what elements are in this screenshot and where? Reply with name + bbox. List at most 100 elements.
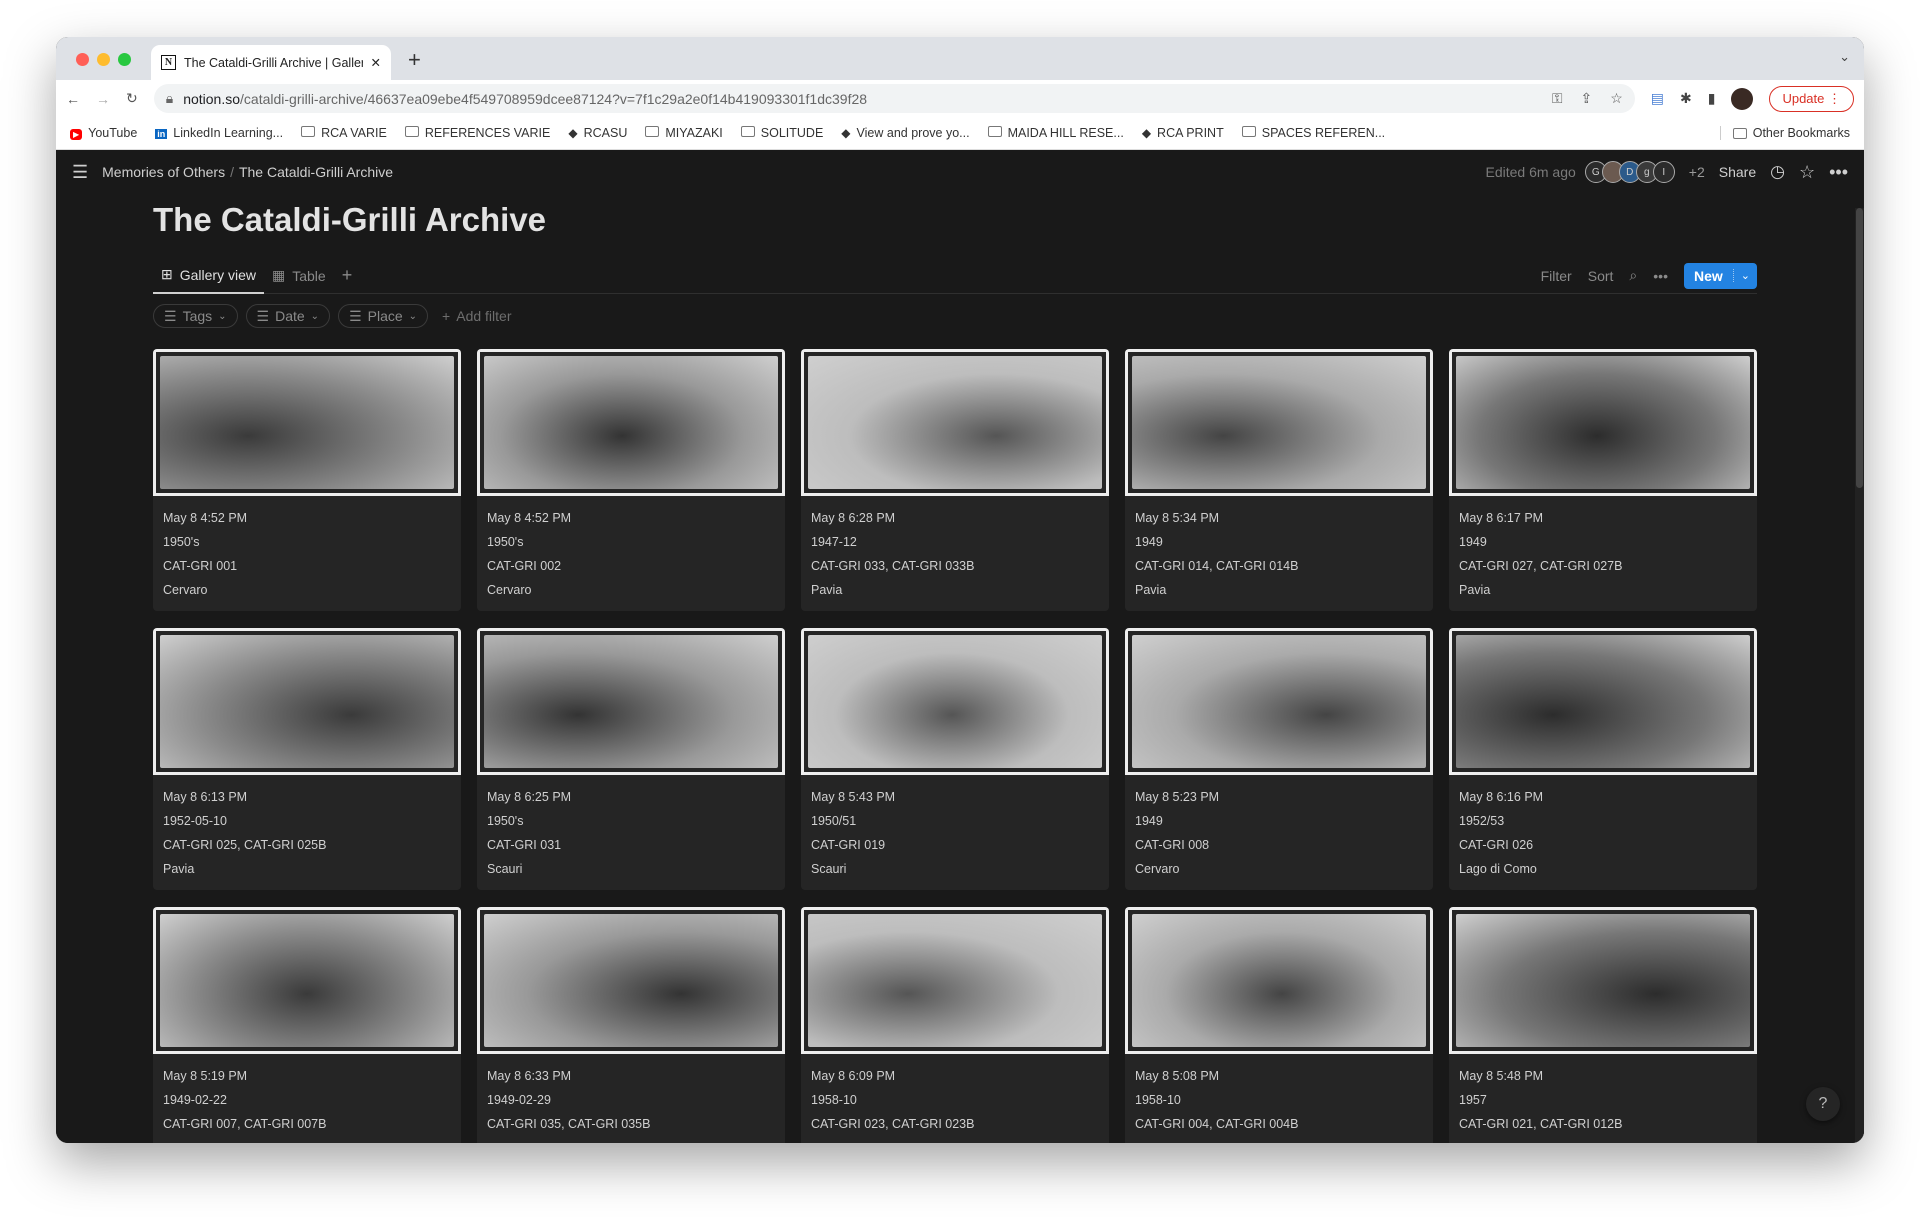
minimize-window-button[interactable] <box>97 53 110 66</box>
card-photo <box>153 628 461 775</box>
new-tab-button[interactable]: + <box>408 47 421 73</box>
other-bookmarks[interactable]: Other Bookmarks <box>1719 126 1850 140</box>
gallery-card[interactable]: May 8 6:33 PM 1949-02-29 CAT-GRI 035, CAT-… <box>477 907 785 1143</box>
bookmark-label: SOLITUDE <box>760 126 824 140</box>
view-options-icon[interactable]: ••• <box>1653 268 1668 284</box>
list-icon: ☰ <box>164 307 177 324</box>
card-code: CAT-GRI 033, CAT-GRI 033B <box>811 559 975 573</box>
card-code: CAT-GRI 021, CAT-GRI 012B <box>1459 1117 1623 1131</box>
card-photo <box>801 628 1109 775</box>
bookmark-item[interactable]: REFERENCES VARIE <box>404 126 550 140</box>
gallery-card[interactable]: May 8 6:25 PM 1950's CAT-GRI 031 Scauri <box>477 628 785 890</box>
close-tab-icon[interactable]: ✕ <box>371 55 381 70</box>
card-code: CAT-GRI 035, CAT-GRI 035B <box>487 1117 651 1131</box>
bookmark-item[interactable]: MIYAZAKI <box>645 126 723 140</box>
card-created: May 8 5:43 PM <box>811 790 896 804</box>
bookmark-item[interactable]: MAIDA HILL RESE... <box>987 126 1124 140</box>
collaborator-avatar[interactable]: I <box>1652 161 1675 183</box>
sidepanel-icon[interactable]: ▮ <box>1708 90 1716 107</box>
menu-icon[interactable]: ☰ <box>72 162 88 183</box>
card-place: Lago di Como <box>1459 862 1537 876</box>
address-bar[interactable]: 🔒︎ notion.so/cataldi-grilli-archive/4663… <box>153 84 1635 113</box>
more-collaborators[interactable]: +2 <box>1689 164 1705 180</box>
key-icon[interactable]: ⚿ <box>1552 90 1563 107</box>
tab-search-chevron-icon[interactable]: ⌄ <box>1839 49 1850 65</box>
breadcrumb-parent[interactable]: Memories of Others <box>102 164 225 180</box>
youtube-icon: ▶ <box>70 126 83 140</box>
card-date: 1958-10 <box>1135 1093 1181 1107</box>
more-icon[interactable]: ••• <box>1829 162 1848 183</box>
bookmark-item[interactable]: SPACES REFEREN... <box>1241 126 1385 140</box>
edited-timestamp: Edited 6m ago <box>1485 164 1576 180</box>
maximize-window-button[interactable] <box>118 53 131 66</box>
sort-button[interactable]: Sort <box>1588 268 1614 284</box>
gallery-card[interactable]: May 8 6:16 PM 1952/53 CAT-GRI 026 Lago di C… <box>1449 628 1757 890</box>
profile-avatar[interactable] <box>1731 87 1754 110</box>
collaborator-avatars[interactable]: GDgI <box>1584 161 1675 183</box>
filter-chip-place[interactable]: ☰ Place ⌄ <box>338 304 429 328</box>
gallery-card[interactable]: May 8 6:28 PM 1947-12 CAT-GRI 033, CAT-GRI… <box>801 349 1109 611</box>
gallery-card[interactable]: May 8 5:19 PM 1949-02-22 CAT-GRI 007, CAT-… <box>153 907 461 1143</box>
share-button[interactable]: Share <box>1719 164 1756 180</box>
bookmark-item[interactable]: ◆ RCASU <box>568 126 627 140</box>
tab-bar: N The Cataldi-Grilli Archive | Gallery v… <box>56 37 1864 80</box>
gallery-card[interactable]: May 8 5:48 PM 1957 CAT-GRI 021, CAT-GRI 01… <box>1449 907 1757 1143</box>
bookmark-item[interactable]: ▶ YouTube <box>70 126 137 140</box>
browser-tab[interactable]: N The Cataldi-Grilli Archive | Gallery v… <box>151 45 391 80</box>
card-photo <box>1125 907 1433 1054</box>
docs-extension-icon[interactable]: ▤ <box>1651 90 1664 107</box>
site-icon: ◆ <box>1141 126 1152 140</box>
favorite-star-icon[interactable]: ☆ <box>1799 162 1815 183</box>
close-window-button[interactable] <box>76 53 89 66</box>
puzzle-icon[interactable]: ✱ <box>1680 90 1692 107</box>
filter-button[interactable]: Filter <box>1541 268 1572 284</box>
bookmark-label: RCA VARIE <box>321 126 387 140</box>
bookmark-item[interactable]: ◆ View and prove yo... <box>841 126 969 140</box>
gallery-card[interactable]: May 8 6:17 PM 1949 CAT-GRI 027, CAT-GRI 02… <box>1449 349 1757 611</box>
bookmark-label: LinkedIn Learning... <box>173 126 284 140</box>
card-photo <box>1449 628 1757 775</box>
bookmark-item[interactable]: SOLITUDE <box>740 126 824 140</box>
clock-icon[interactable]: ◷ <box>1770 162 1785 182</box>
forward-icon[interactable]: → <box>96 91 110 107</box>
gallery-card[interactable]: May 8 5:08 PM 1958-10 CAT-GRI 004, CAT-GRI… <box>1125 907 1433 1143</box>
gallery-card[interactable]: May 8 5:43 PM 1950/51 CAT-GRI 019 Scauri <box>801 628 1109 890</box>
bookmark-item[interactable]: in LinkedIn Learning... <box>155 126 283 140</box>
gallery-card[interactable]: May 8 4:52 PM 1950's CAT-GRI 002 Cervaro <box>477 349 785 611</box>
tab-table[interactable]: ▦ Table <box>264 258 334 294</box>
notion-page: ☰ Memories of Others / The Cataldi-Grilli … <box>56 150 1864 1143</box>
gallery-icon: ⊞ <box>161 266 173 282</box>
reload-icon[interactable]: ↻ <box>126 90 138 107</box>
new-button[interactable]: New ⌄ <box>1683 262 1757 289</box>
gallery-card[interactable]: May 8 5:23 PM 1949 CAT-GRI 008 Cervaro <box>1125 628 1433 890</box>
filter-chip-tags[interactable]: ☰ Tags ⌄ <box>153 304 238 328</box>
tab-gallery-view[interactable]: ⊞ Gallery view <box>153 258 264 294</box>
search-icon[interactable]: ⌕ <box>1629 267 1637 284</box>
card-created: May 8 6:33 PM <box>487 1069 572 1083</box>
scrollbar[interactable] <box>1855 208 1864 1143</box>
scrollbar-thumb[interactable] <box>1856 208 1863 488</box>
chevron-down-icon: ⌄ <box>408 310 418 322</box>
folder-icon <box>740 126 755 140</box>
bookmark-item[interactable]: RCA VARIE <box>301 126 387 140</box>
chevron-down-icon: ⌄ <box>218 310 227 322</box>
breadcrumb-current[interactable]: The Cataldi-Grilli Archive <box>239 164 393 180</box>
gallery-card[interactable]: May 8 4:52 PM 1950's CAT-GRI 001 Cervaro <box>153 349 461 611</box>
star-icon[interactable]: ☆ <box>1610 90 1623 107</box>
gallery-card[interactable]: May 8 6:09 PM 1958-10 CAT-GRI 023, CAT-GRI… <box>801 907 1109 1143</box>
help-button[interactable]: ? <box>1806 1087 1840 1121</box>
filter-chip-date[interactable]: ☰ Date ⌄ <box>245 304 331 328</box>
bookmark-item[interactable]: ◆ RCA PRINT <box>1142 126 1224 140</box>
chevron-down-icon[interactable]: ⌄ <box>1732 269 1757 282</box>
add-view-button[interactable]: + <box>334 258 361 294</box>
update-button[interactable]: Update ⋮ <box>1769 85 1854 112</box>
gallery-card[interactable]: May 8 6:13 PM 1952-05-10 CAT-GRI 025, CAT-… <box>153 628 461 890</box>
share-icon[interactable]: ⇪ <box>1580 90 1592 107</box>
card-date: 1949-02-22 <box>163 1093 227 1107</box>
card-code: CAT-GRI 004, CAT-GRI 004B <box>1135 1117 1299 1131</box>
view-tabs: ⊞ Gallery view ▦ Table + Filter Sort ⌕ •••… <box>153 258 1757 294</box>
back-icon[interactable]: ← <box>66 91 80 107</box>
card-place: Pavia <box>1135 583 1167 597</box>
gallery-card[interactable]: May 8 5:34 PM 1949 CAT-GRI 014, CAT-GRI 01… <box>1125 349 1433 611</box>
add-filter-button[interactable]: + Add filter <box>436 304 517 328</box>
